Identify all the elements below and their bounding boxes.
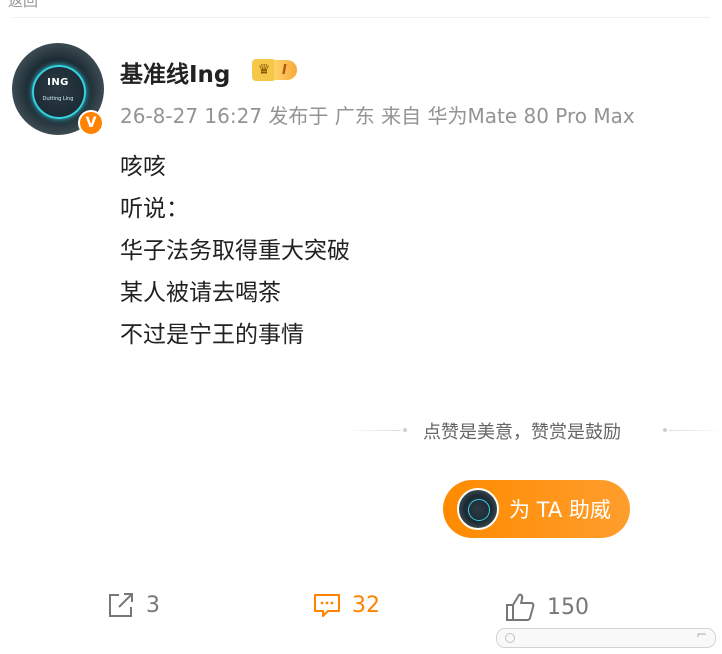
post-line: 华子法务取得重大突破 xyxy=(120,238,350,264)
share-button[interactable]: 3 xyxy=(106,590,160,620)
comment-count: 32 xyxy=(352,592,380,618)
divider-line-left xyxy=(345,430,401,431)
watermark: ⌐ xyxy=(496,628,716,648)
share-icon xyxy=(109,593,133,617)
member-level: I xyxy=(274,60,297,80)
post-line: 听说： xyxy=(120,196,189,222)
post-content: 咳咳 听说： 华子法务取得重大突破 某人被请去喝茶 不过是宁王的事情 xyxy=(120,146,350,356)
post-meta: 26-8-27 16:27 发布于 广东 来自 华为Mate 80 Pro Ma… xyxy=(120,104,635,128)
avatar-logo-text: ING xyxy=(47,77,69,88)
divider-dot-left xyxy=(403,428,407,432)
watermark-logo-icon xyxy=(505,633,515,643)
post-line: 咳咳 xyxy=(120,154,166,180)
divider-line-right xyxy=(669,430,722,431)
like-button[interactable]: 150 xyxy=(503,590,589,624)
weibo-post-page: 返回 ING Dutting Ling V 基准线Ing ♛ I 26-8-27… xyxy=(0,0,722,654)
back-label[interactable]: 返回 xyxy=(8,0,38,11)
divider-dot-right xyxy=(663,428,667,432)
like-count: 150 xyxy=(547,594,589,620)
thumbs-up-icon xyxy=(506,593,535,621)
verified-icon: V xyxy=(78,110,104,136)
crown-icon: ♛ xyxy=(252,59,276,81)
post-line: 某人被请去喝茶 xyxy=(120,280,281,306)
author-name[interactable]: 基准线Ing xyxy=(120,55,230,89)
reward-caption: 点赞是美意，赞赏是鼓励 xyxy=(423,422,621,443)
support-avatar xyxy=(457,488,499,530)
avatar-sub-text: Dutting Ling xyxy=(42,96,74,102)
post-line: 不过是宁王的事情 xyxy=(120,322,304,348)
member-badge[interactable]: ♛ I xyxy=(252,59,297,81)
comment-icon xyxy=(314,594,340,617)
top-divider xyxy=(12,17,710,18)
watermark-mark: ⌐ xyxy=(696,628,707,643)
avatar-ring-decoration xyxy=(32,65,86,119)
reward-divider: 点赞是美意，赞赏是鼓励 xyxy=(345,418,722,444)
share-count: 3 xyxy=(146,592,160,618)
support-button[interactable]: 为 TA 助威 xyxy=(443,480,630,538)
comment-button[interactable]: 32 xyxy=(312,590,380,620)
support-button-label: 为 TA 助威 xyxy=(509,498,611,522)
